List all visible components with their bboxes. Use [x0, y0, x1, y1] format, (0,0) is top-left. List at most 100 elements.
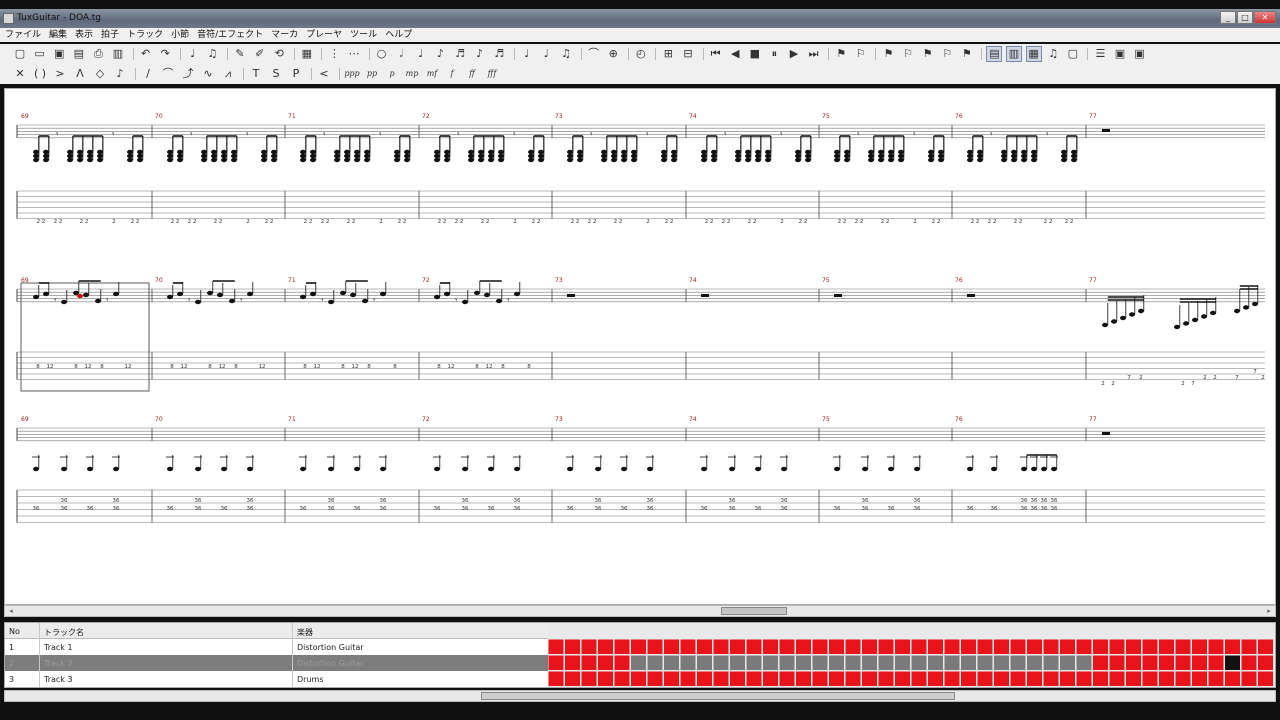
edit-mode-icon[interactable]: ✎ — [232, 46, 248, 62]
grid-cell[interactable] — [1060, 639, 1075, 655]
remove-measure-icon[interactable]: ⊟ — [680, 46, 696, 62]
grid-cell[interactable] — [548, 671, 564, 687]
grid-cell[interactable] — [1027, 655, 1042, 671]
heavy-accent-icon[interactable]: Λ — [72, 66, 88, 82]
grid-cell[interactable] — [581, 639, 597, 655]
menu-note-effects[interactable]: 音符/エフェクト — [197, 28, 263, 42]
grid-cell[interactable] — [895, 671, 910, 687]
grid-cell[interactable] — [581, 655, 597, 671]
grid-cell[interactable] — [565, 639, 580, 655]
grid-cell[interactable] — [845, 639, 861, 655]
grid-cell[interactable] — [1142, 639, 1158, 655]
marker5-icon[interactable]: ⚑ — [920, 46, 936, 62]
grid-cell[interactable] — [1159, 671, 1174, 687]
grid-cell[interactable] — [581, 671, 597, 687]
grid-cell[interactable] — [763, 639, 778, 655]
grid-cell[interactable] — [1241, 639, 1257, 655]
grid-cell[interactable] — [697, 639, 712, 655]
grid-cell[interactable] — [779, 639, 795, 655]
grid-cell[interactable] — [680, 655, 696, 671]
eighth-note-icon[interactable]: ♪ — [432, 46, 448, 62]
menu-tools[interactable]: ツール — [350, 28, 377, 42]
grid-cell[interactable] — [994, 639, 1009, 655]
grid-cell[interactable] — [565, 671, 580, 687]
grid-cell[interactable] — [1175, 671, 1191, 687]
score-editor[interactable]: 69 70 71 72 73 74 75 76 77 𝄾 𝄾 2 22 22 222 2 𝄾 𝄾 2 22 … — [4, 88, 1276, 605]
grid-cell[interactable] — [961, 655, 976, 671]
grid-cell[interactable] — [1225, 639, 1240, 655]
mf-icon[interactable]: mf — [424, 66, 440, 82]
grid-cell[interactable] — [598, 671, 613, 687]
tremolo-bar-icon[interactable]: ⩘ — [220, 66, 236, 82]
grid-cell[interactable] — [713, 671, 729, 687]
grid-cell[interactable] — [697, 655, 712, 671]
grid-cell[interactable] — [796, 639, 811, 655]
grid-cell[interactable] — [961, 671, 976, 687]
voice1-icon[interactable]: ⋮ — [326, 46, 342, 62]
redo-icon[interactable]: ↷ — [157, 46, 173, 62]
grid-cell[interactable] — [1093, 639, 1108, 655]
time-sig-icon[interactable]: ♫ — [204, 46, 220, 62]
grid-cell[interactable] — [1109, 655, 1125, 671]
grid-cell[interactable] — [862, 671, 877, 687]
grid-cell[interactable] — [1208, 671, 1224, 687]
grid-cell[interactable] — [1142, 671, 1158, 687]
grid-cell[interactable] — [713, 655, 729, 671]
new-icon[interactable]: ▢ — [12, 46, 28, 62]
grid-cell[interactable] — [895, 655, 910, 671]
accent-icon[interactable]: > — [52, 66, 68, 82]
marker7-icon[interactable]: ⚑ — [959, 46, 975, 62]
next-icon[interactable]: ▶ — [786, 46, 802, 62]
grid-cell[interactable] — [631, 671, 646, 687]
grid-cell[interactable] — [664, 671, 679, 687]
marker2-icon[interactable]: ⚐ — [853, 46, 869, 62]
grid-cell[interactable] — [878, 639, 894, 655]
print-preview-icon[interactable]: ▥ — [110, 46, 126, 62]
grid-cell[interactable] — [1225, 671, 1240, 687]
grid-cell[interactable] — [548, 639, 564, 655]
sixteenth-note-icon[interactable]: ♬ — [452, 46, 468, 62]
menu-marker[interactable]: マーカ — [271, 28, 298, 42]
grid-cell[interactable] — [647, 655, 663, 671]
grid-cell[interactable] — [779, 671, 795, 687]
grid-cell[interactable] — [928, 639, 943, 655]
grid-cell[interactable] — [1192, 639, 1207, 655]
transport-icon[interactable]: ▣ — [1112, 46, 1128, 62]
settings-icon[interactable]: ▣ — [1132, 46, 1148, 62]
grid-cell[interactable] — [1043, 655, 1059, 671]
grid-cell[interactable] — [796, 671, 811, 687]
grid-cell[interactable] — [664, 639, 679, 655]
quarter-note-icon[interactable]: ♩ — [413, 46, 429, 62]
double-dotted-icon[interactable]: ♩ — [538, 46, 554, 62]
menu-view[interactable]: 表示 — [75, 28, 93, 42]
fade-in-icon[interactable]: < — [316, 66, 332, 82]
mp-icon[interactable]: mp — [404, 66, 420, 82]
grid-cell[interactable] — [928, 655, 943, 671]
grid-cell[interactable] — [614, 655, 630, 671]
grid-cell[interactable] — [713, 639, 729, 655]
scroll-right-icon[interactable]: ▸ — [1263, 606, 1275, 616]
grid-cell[interactable] — [944, 655, 960, 671]
bend-icon[interactable]: ⤴ — [180, 66, 196, 82]
ppp-icon[interactable]: ppp — [344, 66, 360, 82]
score-canvas[interactable]: 69 70 71 72 73 74 75 76 77𝄾 𝄾2 22 22 222 2𝄾 𝄾2 22 … — [5, 89, 1276, 605]
grid-cell[interactable] — [911, 639, 927, 655]
measure-grid[interactable] — [548, 623, 1275, 687]
grid-cell[interactable] — [1010, 639, 1026, 655]
grid-cell[interactable] — [944, 671, 960, 687]
grid-cell[interactable] — [1043, 639, 1059, 655]
undo-icon[interactable]: ↶ — [138, 46, 154, 62]
grid-cell[interactable] — [812, 639, 828, 655]
menu-player[interactable]: プレーヤ — [306, 28, 342, 42]
grid-cell[interactable] — [680, 671, 696, 687]
grid-cell[interactable] — [1258, 655, 1273, 671]
grid-cell[interactable] — [1060, 671, 1075, 687]
grid-cell[interactable] — [961, 639, 976, 655]
grid-cell[interactable] — [845, 655, 861, 671]
tracks-scroll-thumb[interactable] — [481, 692, 955, 700]
grid-cell[interactable] — [862, 639, 877, 655]
view-tab-icon[interactable]: ▥ — [1006, 46, 1022, 62]
menu-track[interactable]: トラック — [127, 28, 163, 42]
fff-icon[interactable]: fff — [484, 66, 500, 82]
grid-cell[interactable] — [1208, 655, 1224, 671]
